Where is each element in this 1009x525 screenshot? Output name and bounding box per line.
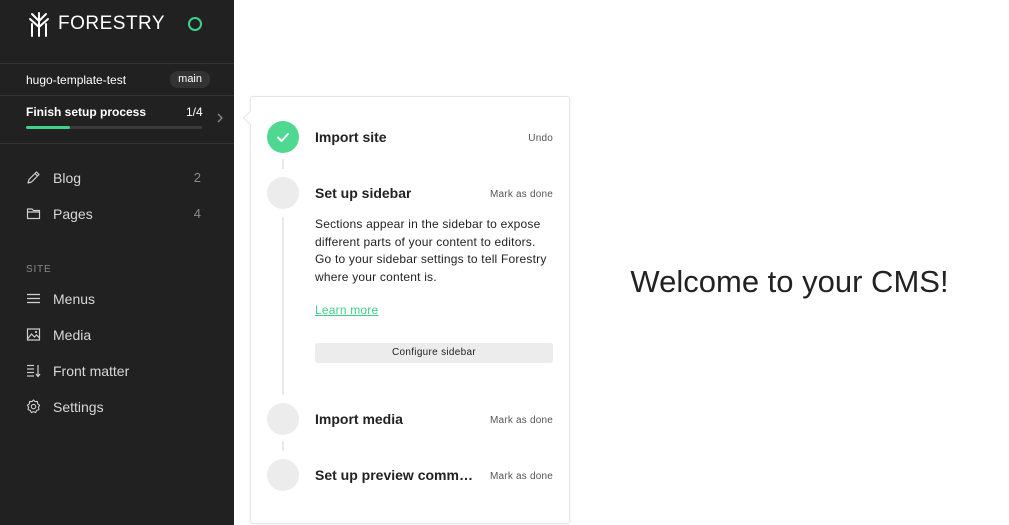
- setup-progress-fill: [26, 126, 70, 129]
- step-title: Import media: [315, 411, 403, 427]
- mark-as-done-button[interactable]: Mark as done: [490, 471, 553, 482]
- branch-badge[interactable]: main: [170, 71, 210, 88]
- step-status-pending: [267, 459, 299, 491]
- gear-icon: [26, 399, 41, 414]
- sidebar-item-label: Blog: [53, 170, 82, 186]
- panel-arrow: [242, 110, 258, 126]
- sidebar-item-count: 2: [193, 170, 201, 185]
- setup-count: 1/4: [186, 105, 203, 119]
- sidebar-item-menus[interactable]: Menus: [0, 281, 234, 317]
- sidebar-item-label: Pages: [53, 206, 93, 222]
- step-title: Set up sidebar: [315, 185, 412, 201]
- site-switcher[interactable]: hugo-template-test main: [0, 64, 234, 96]
- step-description: Sections appear in the sidebar to expose…: [315, 217, 547, 284]
- site-name: hugo-template-test: [26, 73, 127, 87]
- pencil-icon: [27, 171, 40, 184]
- step-connector: [282, 159, 284, 169]
- learn-more-link[interactable]: Learn more: [315, 303, 378, 317]
- chevron-right-icon[interactable]: [214, 111, 226, 125]
- configure-sidebar-button[interactable]: Configure sidebar: [315, 343, 553, 363]
- sidebar-item-blog[interactable]: Blog 2: [0, 160, 234, 196]
- mark-as-done-button[interactable]: Mark as done: [490, 415, 553, 426]
- folder-icon: [26, 208, 41, 220]
- status-ring-icon[interactable]: [188, 17, 202, 31]
- welcome-heading: Welcome to your CMS!: [630, 264, 949, 299]
- setup-progress-bar: [26, 126, 202, 129]
- mark-as-done-button[interactable]: Mark as done: [490, 189, 553, 200]
- sidebar-item-count: 4: [193, 206, 201, 221]
- undo-button[interactable]: Undo: [528, 133, 553, 144]
- sidebar-item-pages[interactable]: Pages 4: [0, 196, 234, 232]
- step-status-pending: [267, 403, 299, 435]
- step-status-done: [267, 121, 299, 153]
- check-icon: [277, 133, 289, 142]
- step-connector: [282, 441, 284, 451]
- sidebar-item-settings[interactable]: Settings: [0, 389, 234, 425]
- forestry-tree-icon[interactable]: [26, 11, 52, 37]
- setup-title: Finish setup process: [26, 105, 147, 119]
- step-connector: [282, 217, 284, 395]
- front-matter-icon: [27, 364, 41, 378]
- image-icon: [26, 328, 41, 341]
- sidebar-item-front-matter[interactable]: Front matter: [0, 353, 234, 389]
- step-title: Set up preview command: [315, 467, 479, 483]
- step-status-pending: [267, 177, 299, 209]
- sidebar-item-label: Media: [53, 327, 92, 343]
- sidebar-item-media[interactable]: Media: [0, 317, 234, 353]
- menu-icon: [27, 293, 40, 304]
- sidebar-item-label: Front matter: [53, 363, 130, 379]
- brand-name[interactable]: FORESTRY: [58, 13, 165, 35]
- setup-checklist-panel: Import site Undo Set up sidebar Mark as …: [242, 96, 570, 524]
- section-label-site: SITE: [26, 264, 52, 275]
- sidebar-item-label: Settings: [53, 399, 104, 415]
- step-title: Import site: [315, 129, 387, 145]
- sidebar-item-label: Menus: [53, 291, 96, 307]
- setup-progress[interactable]: Finish setup process 1/4: [0, 96, 234, 144]
- brand-header: FORESTRY: [0, 0, 234, 64]
- sidebar: FORESTRY hugo-template-test main Finish …: [0, 0, 234, 525]
